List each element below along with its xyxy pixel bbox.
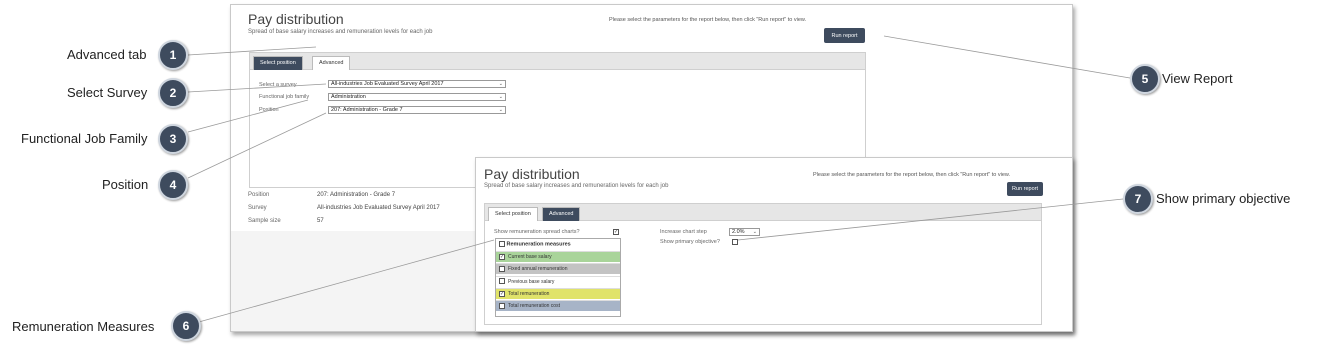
position-label: Position xyxy=(259,107,279,113)
run-report-button[interactable]: Run report xyxy=(824,28,865,43)
report-screenshot-advanced: Pay distribution Spread of base salary i… xyxy=(475,157,1073,332)
callout-badge-1: 1 xyxy=(158,40,188,70)
show-spread-label: Show remuneration spread charts? xyxy=(494,229,580,235)
callout-label-functional-job-family: Functional Job Family xyxy=(21,131,148,146)
callout-label-advanced-tab: Advanced tab xyxy=(67,47,147,62)
primary-objective-label: Show primary objective? xyxy=(660,239,720,245)
measure-checkbox[interactable] xyxy=(499,265,505,272)
chevron-down-icon: ⌄ xyxy=(498,107,503,113)
info-sample-label: Sample size xyxy=(248,218,281,224)
advanced-page-title: Pay distribution xyxy=(484,166,580,182)
advanced-page-subtitle: Spread of base salary increases and remu… xyxy=(484,183,669,189)
tab-select-position[interactable]: Select position xyxy=(488,207,538,221)
family-select[interactable]: Administration ⌄ xyxy=(328,93,506,101)
chevron-down-icon: ⌄ xyxy=(498,81,503,87)
measure-checkbox[interactable] xyxy=(499,278,505,285)
callout-badge-5: 5 xyxy=(1130,64,1160,94)
measure-row[interactable]: Total remuneration cost xyxy=(496,300,620,312)
measure-label: Total remuneration cost xyxy=(508,303,560,310)
tab-select-position[interactable]: Select position xyxy=(253,56,303,70)
callout-label-show-primary-objective: Show primary objective xyxy=(1156,191,1291,206)
remuneration-measures-list: Remuneration measures ✓ Current base sala… xyxy=(495,238,621,317)
measures-header-checkbox[interactable] xyxy=(499,241,505,247)
measure-label: Previous base salary xyxy=(508,278,555,285)
measures-header[interactable]: Remuneration measures xyxy=(499,241,571,247)
callout-badge-3: 3 xyxy=(158,124,188,154)
callout-label-select-survey: Select Survey xyxy=(67,85,148,100)
advanced-run-report-button[interactable]: Run report xyxy=(1007,182,1043,196)
chevron-down-icon: ⌄ xyxy=(498,94,503,100)
measure-label: Fixed annual remuneration xyxy=(508,266,568,273)
measure-label: Current base salary xyxy=(508,254,552,260)
page-title: Pay distribution xyxy=(248,11,344,27)
measure-label: Total remuneration xyxy=(508,290,550,297)
increase-step-value: 2.0% xyxy=(732,229,745,235)
info-survey-label: Survey xyxy=(248,205,267,211)
tab-advanced[interactable]: Advanced xyxy=(312,56,351,70)
measure-row[interactable]: Fixed annual remuneration xyxy=(496,263,620,275)
tab-bar: Select position Advanced xyxy=(250,53,865,70)
callout-badge-7: 7 xyxy=(1123,184,1153,214)
callout-badge-2: 2 xyxy=(158,78,188,108)
family-label: Functional job family xyxy=(259,94,310,100)
measure-row[interactable]: ✓ Current base salary xyxy=(496,251,620,262)
primary-objective-checkbox[interactable] xyxy=(732,239,738,245)
increase-step-select[interactable]: 2.0% ⌄ xyxy=(729,228,760,236)
info-sample-value: 57 xyxy=(317,218,324,224)
measure-checkbox[interactable]: ✓ xyxy=(499,290,505,297)
advanced-parameters-panel: Select position Advanced Show remunerati… xyxy=(484,203,1042,325)
survey-label: Select a survey xyxy=(259,82,297,88)
info-position-value: 207: Administration - Grade 7 xyxy=(317,192,396,198)
chevron-down-icon: ⌄ xyxy=(752,229,757,235)
survey-select-value: All-industries Job Evaluated Survey Apri… xyxy=(331,81,444,87)
position-select[interactable]: 207: Administration - Grade 7 ⌄ xyxy=(328,106,506,114)
measure-checkbox[interactable] xyxy=(499,302,505,309)
measure-checkbox[interactable]: ✓ xyxy=(499,253,505,260)
position-select-value: 207: Administration - Grade 7 xyxy=(331,107,403,113)
advanced-tab-bar: Select position Advanced xyxy=(485,204,1041,221)
page-subtitle: Spread of base salary increases and remu… xyxy=(248,29,433,35)
info-survey-value: All-industries Job Evaluated Survey Apri… xyxy=(317,205,440,211)
increase-step-label: Increase chart step xyxy=(660,229,707,235)
callout-badge-6: 6 xyxy=(171,311,201,341)
measure-row[interactable]: Previous base salary xyxy=(496,275,620,287)
callout-label-position: Position xyxy=(102,177,149,192)
tab-advanced[interactable]: Advanced xyxy=(542,207,581,221)
measures-header-label: Remuneration measures xyxy=(506,241,571,248)
instructions-text: Please select the parameters for the rep… xyxy=(609,17,807,23)
callout-label-view-report: View Report xyxy=(1162,71,1233,86)
show-spread-checkbox[interactable]: ✓ xyxy=(613,229,619,235)
advanced-instructions-text: Please select the parameters for the rep… xyxy=(813,172,1011,178)
info-position-label: Position xyxy=(248,192,270,198)
survey-select[interactable]: All-industries Job Evaluated Survey Apri… xyxy=(328,80,506,88)
family-select-value: Administration xyxy=(331,94,366,100)
measure-row[interactable]: ✓ Total remuneration xyxy=(496,287,620,299)
callout-badge-4: 4 xyxy=(158,170,188,200)
callout-label-remuneration-measures: Remuneration Measures xyxy=(12,319,155,334)
